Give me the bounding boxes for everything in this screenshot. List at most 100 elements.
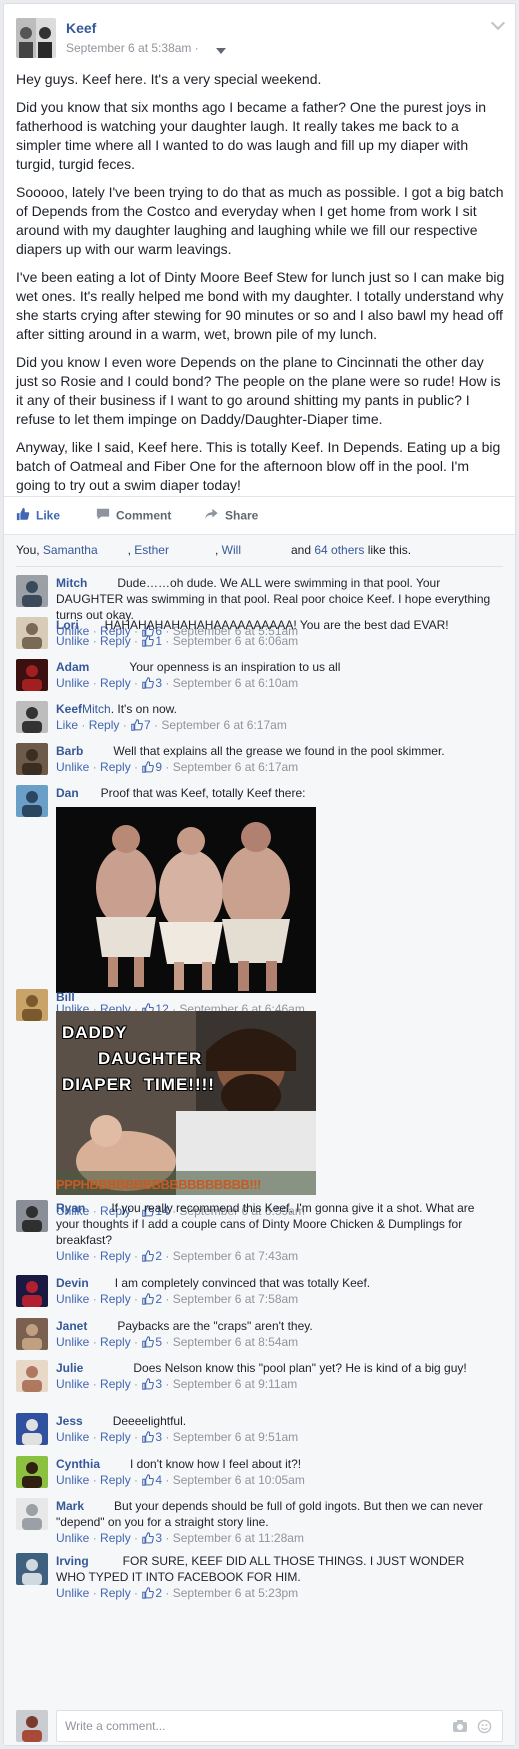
comment-reply-link[interactable]: Reply	[100, 1473, 131, 1487]
audience-caret-icon[interactable]	[216, 48, 226, 54]
comment-meta: Unlike · Reply · 2 · September 6 at 5:23…	[56, 1585, 496, 1603]
commenter-avatar[interactable]	[16, 1553, 48, 1585]
comment-photo[interactable]	[56, 807, 316, 997]
comment-like-link[interactable]: Unlike	[56, 676, 89, 690]
author-avatar[interactable]	[16, 18, 56, 58]
comment-like-link[interactable]: Unlike	[56, 1377, 89, 1391]
comment-text-line: Mitch Dude……oh dude. We ALL were swimming…	[56, 575, 496, 623]
chevron-down-icon[interactable]	[490, 15, 506, 31]
emoji-icon[interactable]	[477, 1719, 492, 1739]
comment-like-link[interactable]: Unlike	[56, 1473, 89, 1487]
comment-reply-link[interactable]: Reply	[100, 1586, 131, 1600]
comment-reply-link[interactable]: Reply	[100, 676, 131, 690]
commenter-avatar[interactable]	[16, 1456, 48, 1488]
commenter-avatar[interactable]	[16, 1318, 48, 1350]
commenter-avatar[interactable]	[16, 785, 48, 817]
comment-like-link[interactable]: Unlike	[56, 1249, 89, 1263]
comment-reply-link[interactable]: Reply	[100, 1531, 131, 1545]
like-count-thumbs-up-icon	[142, 1587, 155, 1603]
comment-timestamp[interactable]: September 6 at 8:54am	[173, 1335, 298, 1349]
comment-reply-link[interactable]: Reply	[100, 1335, 131, 1349]
commenter-avatar[interactable]	[16, 701, 48, 733]
comment-like-count[interactable]: 7	[144, 718, 151, 732]
commenter-name[interactable]: Lori	[56, 618, 79, 632]
commenter-avatar[interactable]	[16, 617, 48, 649]
comment-reply-link[interactable]: Reply	[89, 718, 120, 732]
comment-like-link[interactable]: Unlike	[56, 1586, 89, 1600]
comment-input[interactable]: Write a comment...	[56, 1710, 503, 1742]
comment-like-link[interactable]: Unlike	[56, 760, 89, 774]
commenter-name[interactable]: Jess	[56, 1414, 83, 1428]
comment-like-link[interactable]: Like	[56, 718, 78, 732]
comment-reply-link[interactable]: Reply	[100, 760, 131, 774]
comment-timestamp[interactable]: September 6 at 9:51am	[173, 1430, 298, 1444]
comment-timestamp[interactable]: September 6 at 6:10am	[173, 676, 298, 690]
others-likes-link[interactable]: 64 others	[314, 543, 364, 557]
comment-button[interactable]: Comment	[96, 507, 171, 524]
commenter-avatar[interactable]	[16, 1413, 48, 1445]
mention-link[interactable]: Mitch	[82, 702, 111, 716]
commenter-name[interactable]: Keef	[56, 702, 82, 716]
commenter-name[interactable]: Julie	[56, 1361, 83, 1375]
comment-like-link[interactable]: Unlike	[56, 1430, 89, 1444]
meta-separator: ·	[130, 1473, 142, 1487]
commenter-name[interactable]: Mark	[56, 1499, 84, 1513]
comment-like-link[interactable]: Unlike	[56, 1335, 89, 1349]
liker-link[interactable]: Esther	[134, 543, 169, 557]
commenter-name[interactable]: Adam	[56, 660, 89, 674]
thumbs-up-icon	[16, 507, 30, 524]
comment-like-link[interactable]: Unlike	[56, 1531, 89, 1545]
comment-reply-link[interactable]: Reply	[100, 1249, 131, 1263]
comment-meme-image[interactable]: DADDY DAUGHTER DIAPER TIME!!!! PPPHBBBBBBBB…	[56, 1011, 316, 1199]
comment-reply-link[interactable]: Reply	[100, 634, 131, 648]
meta-separator: ·	[162, 1586, 173, 1600]
camera-icon[interactable]	[452, 1719, 468, 1738]
comment-timestamp[interactable]: September 6 at 5:23pm	[173, 1586, 298, 1600]
commenter-name[interactable]: Bill	[56, 990, 75, 1004]
commenter-name[interactable]: Ryan	[56, 1201, 85, 1215]
comment-timestamp[interactable]: September 6 at 11:28am	[173, 1531, 304, 1545]
commenter-name[interactable]: Dan	[56, 786, 79, 800]
meta-separator: ·	[89, 1586, 101, 1600]
comment-timestamp[interactable]: September 6 at 6:17am	[161, 718, 286, 732]
commenter-avatar[interactable]	[16, 989, 48, 1021]
liker-link[interactable]: Samantha	[43, 543, 98, 557]
commenter-avatar[interactable]	[16, 1360, 48, 1392]
comment-reply-link[interactable]: Reply	[100, 1430, 131, 1444]
comment-timestamp[interactable]: September 6 at 9:11am	[173, 1377, 298, 1391]
comment-like-link[interactable]: Unlike	[56, 634, 89, 648]
like-button[interactable]: Like	[16, 507, 60, 524]
commenter-avatar[interactable]	[16, 1275, 48, 1307]
comment-timestamp[interactable]: September 6 at 6:06am	[173, 634, 298, 648]
liker-link[interactable]: Will	[222, 543, 241, 557]
meme-caption-line: DIAPER TIME!!!!	[62, 1075, 215, 1094]
comment-meta: Unlike · Reply · 9 · September 6 at 6:17…	[56, 759, 496, 777]
post-timestamp[interactable]: September 6 at 5:38am ·	[66, 41, 199, 55]
commenter-name[interactable]: Irving	[56, 1554, 89, 1568]
comment-reply-link[interactable]: Reply	[100, 1377, 131, 1391]
commenter-avatar[interactable]	[16, 659, 48, 691]
comment-timestamp[interactable]: September 6 at 7:43am	[173, 1249, 298, 1263]
comment-timestamp[interactable]: September 6 at 6:17am	[173, 760, 298, 774]
comment-timestamp[interactable]: September 6 at 10:05am	[173, 1473, 305, 1487]
comment-meta: Unlike · Reply · 1 · September 6 at 6:06…	[56, 633, 496, 651]
post-author-name[interactable]: Keef	[66, 20, 96, 36]
comment-body: Adam Your openness is an inspiration to u…	[56, 659, 496, 693]
commenter-avatar[interactable]	[16, 743, 48, 775]
comment-timestamp[interactable]: September 6 at 7:58am	[173, 1292, 298, 1306]
meta-separator: ·	[89, 760, 101, 774]
commenter-name[interactable]: Mitch	[56, 576, 87, 590]
commenter-avatar[interactable]	[16, 1200, 48, 1232]
commenter-avatar[interactable]	[16, 575, 48, 607]
commenter-name[interactable]: Devin	[56, 1276, 89, 1290]
meta-separator: ·	[89, 1473, 101, 1487]
commenter-name[interactable]: Janet	[56, 1319, 87, 1333]
comment-text-line: Dan Proof that was Keef, totally Keef the…	[56, 785, 496, 801]
commenter-name[interactable]: Barb	[56, 744, 83, 758]
commenter-name[interactable]: Cynthia	[56, 1457, 100, 1471]
comment-like-link[interactable]: Unlike	[56, 1292, 89, 1306]
share-button[interactable]: Share	[204, 507, 258, 524]
comment-text: Well that explains all the grease we fou…	[113, 744, 445, 758]
comment-reply-link[interactable]: Reply	[100, 1292, 131, 1306]
commenter-avatar[interactable]	[16, 1498, 48, 1530]
